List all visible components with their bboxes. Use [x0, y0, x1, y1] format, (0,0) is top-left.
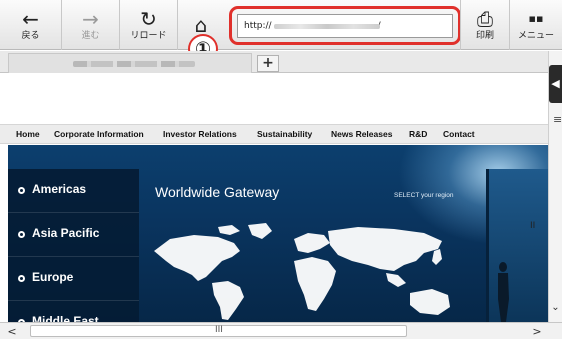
site-nav: Home Corporate Information Investor Rela…	[0, 124, 548, 144]
bullet-icon	[18, 187, 25, 194]
nav-contact[interactable]: Contact	[443, 129, 475, 139]
thumb-grip-icon: III	[215, 325, 223, 335]
new-tab-button[interactable]: +	[257, 55, 279, 72]
forward-button[interactable]: → 進む	[62, 0, 120, 50]
tab-bar: +	[0, 51, 548, 73]
world-map-image	[154, 223, 450, 320]
scrollbar-thumb[interactable]: III	[30, 325, 407, 337]
tab-title-redacted	[73, 61, 195, 67]
reload-label: リロード	[130, 30, 167, 41]
bullet-icon	[18, 231, 25, 238]
scroll-left-icon[interactable]: <	[3, 325, 21, 338]
print-label: 印刷	[475, 30, 494, 41]
region-label: Americas	[32, 182, 87, 196]
back-label: 戻る	[21, 30, 40, 41]
nav-home[interactable]: Home	[16, 129, 40, 139]
arrow-left-icon: ←	[22, 6, 39, 31]
region-list: Americas Asia Pacific Europe Middle East	[8, 169, 139, 322]
reload-icon: ↻	[140, 6, 157, 31]
nav-corporate-information[interactable]: Corporate Information	[54, 129, 144, 139]
side-panel-handle[interactable]: ◀	[549, 65, 562, 103]
select-region-text: SELECT your region	[394, 192, 454, 199]
menu-grid-icon: ▪▪	[528, 11, 544, 25]
person-silhouette-image	[498, 262, 509, 322]
hero-banner: Americas Asia Pacific Europe Middle East…	[8, 145, 548, 322]
url-prefix: http://	[244, 21, 272, 31]
menu-button[interactable]: ▪▪ メニュー	[510, 0, 562, 50]
hamburger-icon[interactable]: ≡	[553, 113, 562, 126]
web-page: Home Corporate Information Investor Rela…	[0, 74, 548, 322]
bullet-icon	[18, 275, 25, 282]
back-button[interactable]: ← 戻る	[0, 0, 62, 50]
forward-label: 進む	[81, 30, 100, 41]
region-item-americas[interactable]: Americas	[8, 169, 139, 213]
region-item-middle-east[interactable]: Middle East	[8, 301, 139, 322]
tab-current[interactable]	[8, 53, 252, 73]
nav-rd[interactable]: R&D	[409, 129, 427, 139]
home-icon: ⌂	[194, 13, 208, 37]
reload-button[interactable]: ↻ リロード	[120, 0, 178, 50]
print-icon: ⎙	[477, 6, 493, 31]
region-label: Middle East	[32, 314, 99, 322]
horizontal-scrollbar[interactable]: < III >	[0, 322, 562, 339]
nav-news-releases[interactable]: News Releases	[331, 129, 392, 139]
arrow-right-icon: →	[82, 6, 99, 31]
scroll-down-icon[interactable]: ⌄	[549, 298, 562, 318]
side-scroll-mark: II	[530, 221, 536, 231]
region-label: Europe	[32, 270, 74, 284]
region-item-europe[interactable]: Europe	[8, 257, 139, 301]
region-label: Asia Pacific	[32, 226, 100, 240]
scroll-right-icon[interactable]: >	[528, 325, 546, 338]
browser-toolbar: ← 戻る → 進む ↻ リロード ⌂ http:// / ⎙ 印刷 ▪▪ メニュ…	[0, 0, 562, 50]
side-promo-panel	[486, 169, 548, 322]
nav-sustainability[interactable]: Sustainability	[257, 129, 312, 139]
region-item-asia-pacific[interactable]: Asia Pacific	[8, 213, 139, 257]
gateway-title: Worldwide Gateway	[155, 184, 280, 200]
menu-label: メニュー	[517, 30, 554, 41]
print-button[interactable]: ⎙ 印刷	[460, 0, 510, 50]
nav-investor-relations[interactable]: Investor Relations	[163, 129, 237, 139]
url-redacted	[274, 24, 380, 29]
